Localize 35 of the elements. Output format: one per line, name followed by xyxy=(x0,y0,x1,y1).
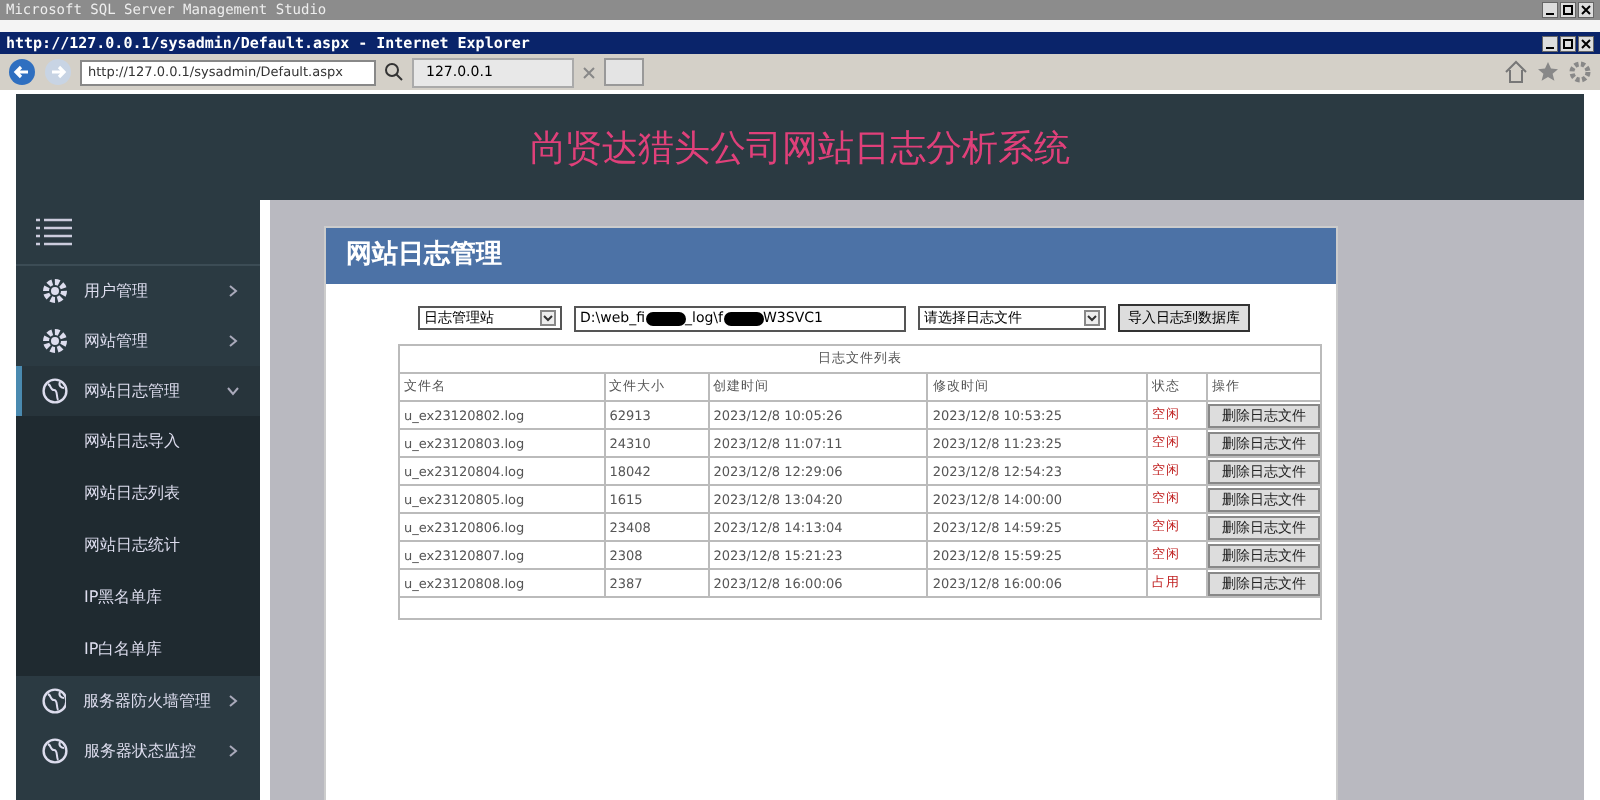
gear-icon xyxy=(42,328,68,354)
sidebar-item[interactable]: 网站管理 xyxy=(16,316,260,366)
minimize-button[interactable] xyxy=(1542,35,1558,51)
sidebar-item[interactable]: 用户管理 xyxy=(16,266,260,316)
submenu-item[interactable]: IP白名单库 xyxy=(16,624,260,676)
chevron-down-icon xyxy=(226,384,240,398)
chevron-right-icon xyxy=(226,334,240,348)
sidebar-item[interactable]: 网站日志管理 xyxy=(16,366,260,416)
minimize-button[interactable] xyxy=(1542,2,1558,18)
restore-button[interactable] xyxy=(1560,2,1576,18)
submenu-item[interactable]: 网站日志导入 xyxy=(16,416,260,468)
back-icon[interactable] xyxy=(8,58,36,86)
star-icon[interactable] xyxy=(1536,60,1560,84)
chevron-right-icon xyxy=(226,744,240,758)
close-button[interactable] xyxy=(1578,35,1594,51)
gear-icon xyxy=(42,278,68,304)
search-icon[interactable] xyxy=(384,62,404,82)
submenu-item[interactable]: 网站日志列表 xyxy=(16,468,260,520)
globe-icon xyxy=(42,688,67,714)
chevron-right-icon xyxy=(226,694,240,708)
menu-icon[interactable] xyxy=(36,218,72,246)
globe-icon xyxy=(42,738,68,764)
submenu-item[interactable]: 网站日志统计 xyxy=(16,520,260,572)
close-button[interactable] xyxy=(1578,2,1594,18)
home-icon[interactable] xyxy=(1504,60,1528,84)
globe-icon xyxy=(42,378,68,404)
submenu-item[interactable]: IP黑名单库 xyxy=(16,572,260,624)
chevron-right-icon xyxy=(226,284,240,298)
sidebar-item[interactable]: 服务器状态监控 xyxy=(16,726,260,776)
panel-title: 网站日志管理 xyxy=(326,228,1336,284)
dropdown-arrow-icon xyxy=(1084,310,1100,326)
sidebar-item[interactable]: 服务器防火墙管理 xyxy=(16,676,260,726)
dropdown-arrow-icon xyxy=(540,310,556,326)
site-title: 尚贤达猎头公司网站日志分析系统 xyxy=(530,125,1070,171)
maximize-button[interactable] xyxy=(1560,35,1576,51)
